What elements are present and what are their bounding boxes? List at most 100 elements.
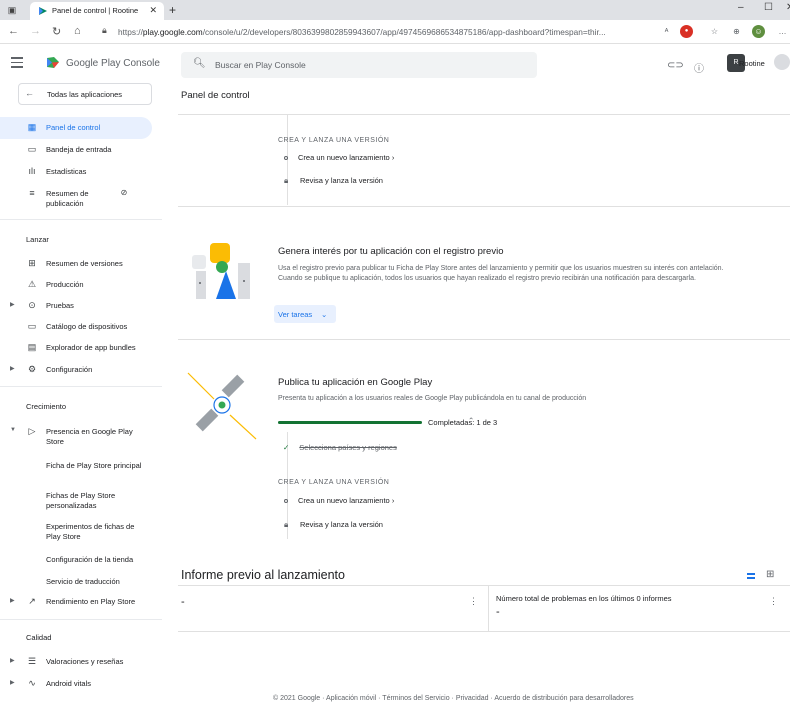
expand-icon[interactable]: ▶ xyxy=(10,301,15,308)
bundle-icon: ▤ xyxy=(27,342,37,352)
sidebar-item-bundle-explorer[interactable]: ▤ Explorador de app bundles xyxy=(0,337,152,359)
search-input[interactable]: 🔍︎ Buscar en Play Console xyxy=(181,52,537,78)
expand-icon[interactable]: ▶ xyxy=(10,597,15,604)
forward-icon[interactable]: → xyxy=(30,25,41,37)
url-field[interactable]: https://play.google.com/console/u/2/deve… xyxy=(118,27,606,37)
view-tasks-button[interactable]: Ver tareas ⌄ xyxy=(274,305,336,323)
more-vert-icon[interactable]: ⋮ xyxy=(769,596,778,607)
button-label: Ver tareas xyxy=(278,310,313,319)
create-release-link[interactable]: Crea un nuevo lanzamiento › xyxy=(284,153,394,162)
minimize-icon[interactable]: – xyxy=(738,2,744,13)
sidebar-item-label: Valoraciones y reseñas xyxy=(46,657,124,666)
grid-view-icon[interactable]: ⊞ xyxy=(766,569,774,580)
sidebar-item-label: Pruebas xyxy=(46,301,74,310)
adblock-icon[interactable]: ● xyxy=(680,25,693,38)
more-icon[interactable]: … xyxy=(776,25,789,38)
all-apps-button[interactable]: ← Todas las aplicaciones xyxy=(18,83,152,105)
divider xyxy=(178,585,790,586)
list-view-icon[interactable] xyxy=(747,573,755,579)
review-release-row: 🔒︎ Revisa y lanza la versión xyxy=(284,176,383,186)
browser-tab[interactable]: Panel de control | Rootine ✕ xyxy=(30,2,164,20)
production-icon: ⚠ xyxy=(27,279,37,289)
sidebar-subitem-main-listing[interactable]: Ficha de Play Store principal xyxy=(46,461,146,471)
report-right-label: Número total de problemas en los últimos… xyxy=(496,594,672,603)
vitals-icon: ∿ xyxy=(28,678,36,688)
report-right-value: - xyxy=(496,606,500,618)
sidebar-item-label: Catálogo de dispositivos xyxy=(46,322,128,331)
sidebar-item-label: Configuración xyxy=(46,365,93,374)
step-label: Crea un nuevo lanzamiento xyxy=(298,153,390,162)
section-quality: Calidad xyxy=(26,633,52,642)
account-name: Rootine xyxy=(739,59,765,68)
sidebar-item-publishing-overview[interactable]: ≡ Resumen de publicación ⊘ xyxy=(0,183,152,209)
chevron-up-icon[interactable]: ⌃ xyxy=(468,416,474,425)
play-console-logo xyxy=(47,57,59,68)
sidebar-item-testing[interactable]: ▶ ⊙ Pruebas xyxy=(0,295,152,317)
sidebar-item-statistics[interactable]: ılı Estadísticas xyxy=(0,161,152,183)
sidebar-item-label: Presencia en Google Play Store xyxy=(46,427,133,446)
tab-title: Panel de control | Rootine xyxy=(52,6,139,15)
divider xyxy=(178,114,790,115)
product-name: Google Play Console xyxy=(66,58,160,69)
collapse-icon[interactable]: ▼ xyxy=(10,427,16,433)
home-icon[interactable]: ⌂ xyxy=(74,25,81,37)
play-icon: ▷ xyxy=(28,426,36,436)
divider xyxy=(0,219,162,220)
footer-links[interactable]: © 2021 Google · Aplicación móvil · Térmi… xyxy=(273,695,634,702)
sidebar-item-label: Rendimiento en Play Store xyxy=(46,597,136,606)
sidebar-item-inbox[interactable]: ▭ Bandeja de entrada xyxy=(0,139,152,161)
account-switcher[interactable]: R Rootine xyxy=(727,54,775,74)
profile-icon[interactable]: ☺ xyxy=(752,25,765,38)
sidebar-item-dashboard[interactable]: ▦ Panel de control xyxy=(0,117,152,139)
step-label: Revisa y lanza la versión xyxy=(300,176,383,185)
sidebar-subitem-custom-listings[interactable]: Fichas de Play Store personalizadas xyxy=(46,491,146,511)
sidebar-item-device-catalog[interactable]: ▭ Catálogo de dispositivos xyxy=(0,316,152,338)
publish-description: Presenta tu aplicación a los usuarios re… xyxy=(278,395,587,402)
user-avatar[interactable] xyxy=(774,54,790,70)
close-window-icon[interactable]: ✕ xyxy=(786,2,790,13)
favorites-icon[interactable]: ☆ xyxy=(708,25,721,38)
sidebar-subitem-listing-experiments[interactable]: Experimentos de fichas de Play Store xyxy=(46,522,146,542)
expand-icon[interactable]: ▶ xyxy=(10,365,15,372)
link-icon[interactable]: ⊂⊃ xyxy=(667,60,684,71)
sidebar-item-label: Estadísticas xyxy=(46,167,87,176)
divider xyxy=(0,386,162,387)
tab-close-icon[interactable]: ✕ xyxy=(149,5,157,16)
back-icon[interactable]: ← xyxy=(8,25,19,37)
sidebar-item-label: Panel de control xyxy=(46,123,101,132)
sidebar-item-label: Producción xyxy=(46,280,84,289)
chevron-down-icon: ⌄ xyxy=(321,310,328,319)
app-header: Google Play Console 🔍︎ Buscar en Play Co… xyxy=(0,45,790,83)
menu-icon[interactable] xyxy=(11,57,23,71)
create-release-link[interactable]: Crea un nuevo lanzamiento › xyxy=(284,496,394,505)
expand-icon[interactable]: ▶ xyxy=(10,657,15,664)
step-label: Crea un nuevo lanzamiento xyxy=(298,496,390,505)
sidebar-item-ratings[interactable]: ▶ ☰ Valoraciones y reseñas xyxy=(0,651,152,673)
preregistration-title: Genera interés por tu aplicación con el … xyxy=(278,246,504,257)
publish-illustration xyxy=(187,372,257,440)
reload-icon[interactable]: ↻ xyxy=(52,25,61,38)
tab-actions-icon[interactable]: ▣ xyxy=(6,4,18,16)
sidebar-item-android-vitals[interactable]: ▶ ∿ Android vitals xyxy=(0,673,152,695)
expand-icon[interactable]: ▶ xyxy=(10,679,15,686)
lock-icon[interactable]: 🔒︎ xyxy=(102,25,107,36)
reviews-icon: ☰ xyxy=(27,656,37,666)
sidebar-item-production[interactable]: ⚠ Producción xyxy=(0,274,152,296)
sidebar-item-release-overview[interactable]: ⊞ Resumen de versiones xyxy=(0,253,152,275)
sidebar-item-configuration[interactable]: ▶ ⚙ Configuración xyxy=(0,359,152,381)
browser-tab-bar: ▣ Panel de control | Rootine ✕ + – ☐ ✕ xyxy=(0,0,790,20)
address-bar: ← → ↻ ⌂ 🔒︎ https://play.google.com/conso… xyxy=(0,20,790,44)
sidebar-subitem-store-settings[interactable]: Configuración de la tienda xyxy=(46,555,146,565)
sidebar-item-label: Bandeja de entrada xyxy=(46,145,112,154)
collections-icon[interactable]: ⊕ xyxy=(730,25,743,38)
all-apps-label: Todas las aplicaciones xyxy=(47,90,123,99)
sidebar-item-store-presence[interactable]: ▼ ▷ Presencia en Google Play Store xyxy=(0,421,152,449)
help-icon[interactable]: ⓘ xyxy=(694,60,704,75)
read-aloud-icon[interactable]: ᴬ xyxy=(660,25,673,38)
maximize-icon[interactable]: ☐ xyxy=(764,2,773,13)
new-tab-icon[interactable]: + xyxy=(169,3,176,17)
sidebar-item-store-performance[interactable]: ▶ ↗ Rendimiento en Play Store xyxy=(0,591,152,613)
review-release-row: 🔒︎ Revisa y lanza la versión xyxy=(284,520,383,530)
sidebar-subitem-translation[interactable]: Servicio de traducción xyxy=(46,577,146,587)
more-vert-icon[interactable]: ⋮ xyxy=(469,596,478,607)
